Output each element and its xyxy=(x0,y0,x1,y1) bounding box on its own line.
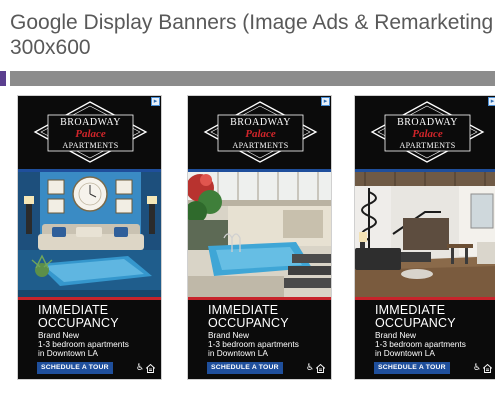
equal-housing-icon xyxy=(146,364,155,373)
subheadline: Brand New 1-3 bedroom apartments in Down… xyxy=(38,331,161,358)
schedule-tour-button[interactable]: SCHEDULE A TOUR xyxy=(37,362,113,374)
display-banner-pool[interactable]: ▸ BROADWAY Palace APARTMENTS IMMEDIATE O… xyxy=(187,95,332,380)
living-room-photo xyxy=(18,172,161,297)
logo-line3: APARTMENTS xyxy=(399,141,456,150)
broadway-palace-logo: BROADWAY Palace APARTMENTS xyxy=(355,98,495,166)
slide-title-line2: 300x600 xyxy=(10,36,91,59)
headline: IMMEDIATE OCCUPANCY xyxy=(38,304,158,330)
display-banner-loft[interactable]: ▸ BROADWAY Palace APARTMENTS IMMEDIATE O… xyxy=(354,95,495,380)
photo-strip-bottom xyxy=(188,297,331,300)
sub-line3: in Downtown LA xyxy=(38,348,98,358)
sub-line3: in Downtown LA xyxy=(208,348,268,358)
display-banner-living-room[interactable]: ▸ BROADWAY Palace APARTMENTS IMMEDIATE O… xyxy=(17,95,162,380)
slide-title: Google Display Banners (Image Ads & Rema… xyxy=(10,10,495,60)
logo-line1: BROADWAY xyxy=(397,117,458,128)
broadway-palace-logo: BROADWAY Palace APARTMENTS xyxy=(188,98,331,166)
schedule-tour-button[interactable]: SCHEDULE A TOUR xyxy=(207,362,283,374)
equal-housing-icon xyxy=(483,364,492,373)
loft-photo xyxy=(355,172,495,297)
photo-strip-bottom xyxy=(18,297,161,300)
headline-line2: OCCUPANCY xyxy=(375,316,456,330)
equal-housing-icon xyxy=(316,364,325,373)
schedule-tour-button[interactable]: SCHEDULE A TOUR xyxy=(374,362,450,374)
headline-line2: OCCUPANCY xyxy=(38,316,119,330)
accessibility-icon: ♿ xyxy=(306,363,315,373)
logo-line1: BROADWAY xyxy=(230,117,291,128)
logo-line2: Palace xyxy=(75,128,106,140)
headline: IMMEDIATE OCCUPANCY xyxy=(375,304,495,330)
logo-line2: Palace xyxy=(245,128,276,140)
subheadline: Brand New 1-3 bedroom apartments in Down… xyxy=(208,331,331,358)
divider-accent xyxy=(0,71,6,86)
photo-strip-bottom xyxy=(355,297,495,300)
pool-photo xyxy=(188,172,331,297)
headline-line2: OCCUPANCY xyxy=(208,316,289,330)
logo-line1: BROADWAY xyxy=(60,117,121,128)
logo-line3: APARTMENTS xyxy=(62,141,119,150)
headline: IMMEDIATE OCCUPANCY xyxy=(208,304,328,330)
accessibility-icon: ♿ xyxy=(473,363,482,373)
broadway-palace-logo: BROADWAY Palace APARTMENTS xyxy=(18,98,161,166)
title-divider xyxy=(10,71,495,86)
accessibility-icon: ♿ xyxy=(136,363,145,373)
subheadline: Brand New 1-3 bedroom apartments in Down… xyxy=(375,331,495,358)
logo-line2: Palace xyxy=(412,128,443,140)
logo-line3: APARTMENTS xyxy=(232,141,289,150)
slide-title-line1: Google Display Banners (Image Ads & Rema… xyxy=(10,11,494,34)
sub-line3: in Downtown LA xyxy=(375,348,435,358)
